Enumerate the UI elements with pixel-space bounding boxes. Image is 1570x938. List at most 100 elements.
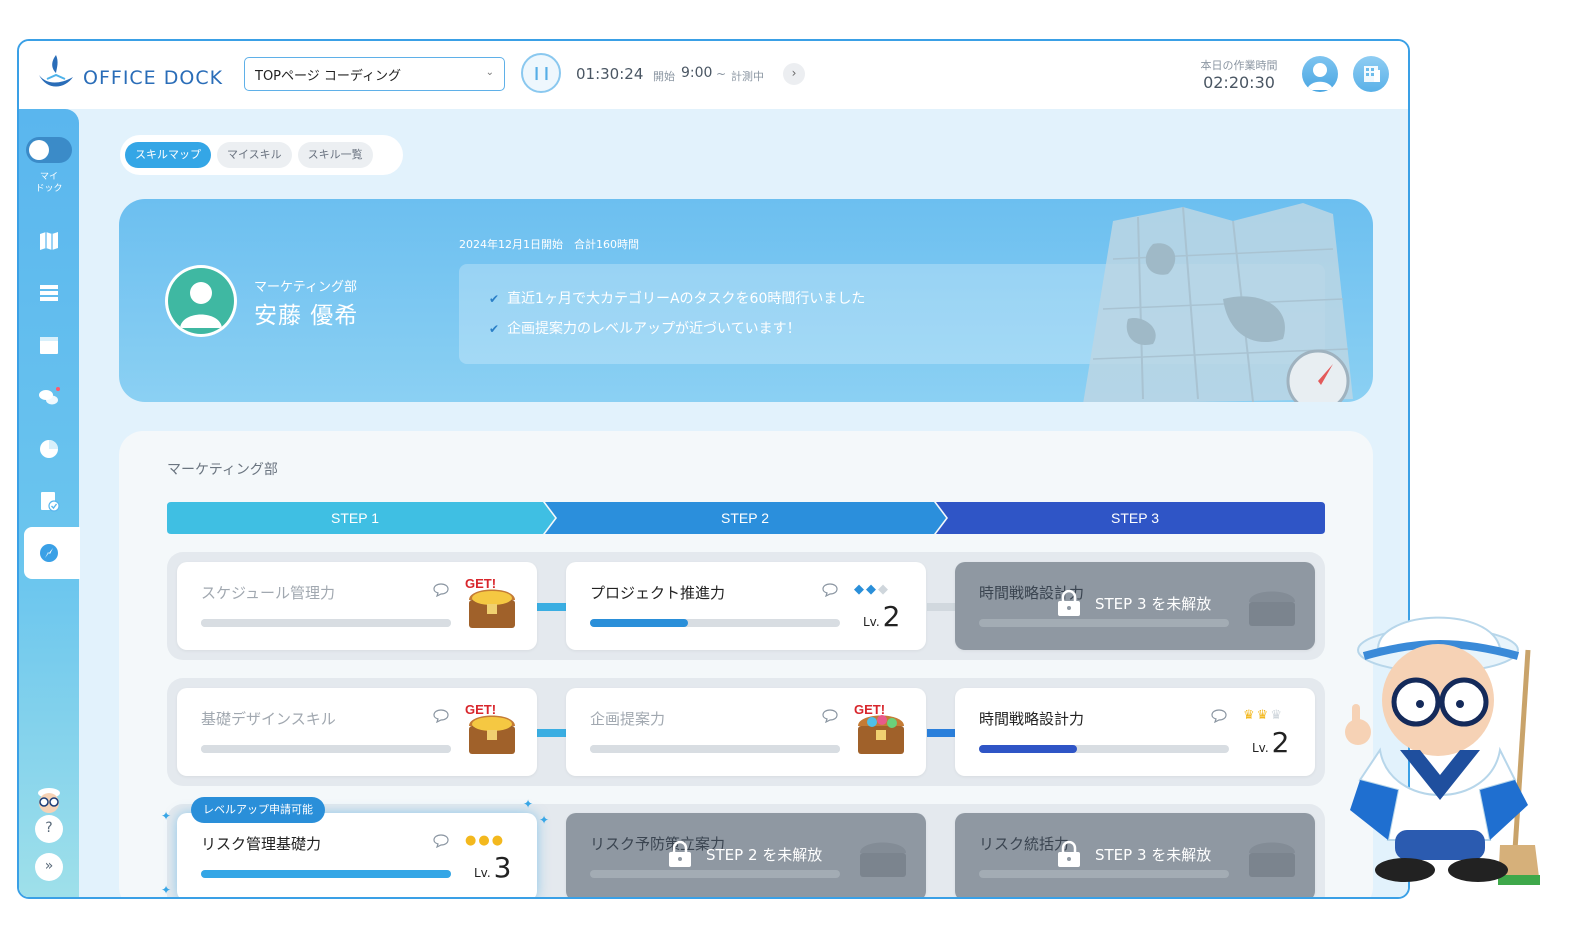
lock-text: STEP 3 を未解放: [1095, 845, 1212, 864]
user-icon: [180, 282, 222, 328]
skill-title: スケジュール管理力: [201, 584, 335, 602]
treasure-chest-gold-icon: GET!: [465, 576, 515, 628]
tab-skillmap[interactable]: スキルマップ: [125, 142, 211, 168]
skill-card[interactable]: プロジェクト推進力 ◆◆◆ Lv. 2: [566, 562, 926, 650]
lock-icon: [1058, 590, 1080, 616]
diamond-icon: ◆: [854, 582, 866, 597]
skill-card-levelup[interactable]: レベルアップ申請可能 リスク管理基礎力 ●●● Lv. 3: [177, 797, 537, 897]
comment-icon[interactable]: [822, 709, 838, 723]
get-label: GET!: [854, 702, 885, 717]
top-header: OFFICE DOCK TOPページ コーディング ⌄ ❙❙ 01:30:24 …: [19, 41, 1408, 109]
diamond-badges: ◆◆◆: [854, 582, 890, 597]
sparkle-icon: ✦: [539, 813, 550, 827]
mydock-toggle[interactable]: [26, 137, 72, 163]
tab-myskill[interactable]: マイスキル: [217, 142, 292, 168]
message-item: ✔ 企画提案力のレベルアップが近づいています！: [489, 321, 801, 337]
skill-card[interactable]: スケジュール管理力 GET!: [177, 562, 537, 650]
level-indicator: Lv. 2: [863, 600, 901, 633]
skill-card-locked: リスク統括力 STEP 3 を未解放: [955, 813, 1315, 897]
skill-title: 基礎デザインスキル: [201, 710, 336, 728]
sparkle-icon: ✦: [161, 883, 172, 897]
tab-skill-list[interactable]: スキル一覧: [297, 142, 373, 168]
building-icon: [1364, 66, 1380, 82]
crown-icon: ♛: [1256, 708, 1271, 723]
user-avatar-button[interactable]: [1302, 56, 1338, 92]
progress-bar: [979, 619, 1229, 627]
panel-title: マーケティング部: [167, 462, 278, 478]
comment-icon[interactable]: [433, 834, 449, 848]
company-button[interactable]: [1353, 56, 1389, 92]
get-label: GET!: [465, 576, 496, 591]
time-separator: ~: [716, 67, 727, 81]
progress-fill: [590, 745, 840, 753]
start-summary: 2024年12月1日開始 合計160時間: [459, 238, 639, 251]
lock-overlay: STEP 3 を未解放: [1055, 841, 1211, 867]
progress-bar: [979, 745, 1229, 753]
lock-overlay: STEP 3 を未解放: [1055, 590, 1211, 616]
treasure-chest-locked-icon: [1249, 591, 1295, 626]
coin-icon: ●: [465, 833, 479, 848]
elapsed-timer: 01:30:24: [576, 65, 644, 83]
chat-icon[interactable]: [37, 385, 61, 409]
lock-icon: [669, 841, 691, 867]
map-icon[interactable]: [37, 229, 61, 253]
chevron-down-icon: ⌄: [485, 67, 494, 78]
user-icon: [1307, 63, 1333, 90]
comment-icon[interactable]: [1211, 709, 1227, 723]
skill-map-panel: マーケティング部 STEP 1 STEP 2 STEP 3 スケジュール管理力: [119, 431, 1373, 897]
sailor-mascot-illustration: [1345, 616, 1540, 885]
help-button[interactable]: ?: [35, 815, 63, 843]
calendar-icon[interactable]: [37, 333, 61, 357]
start-label: 開始: [653, 70, 675, 83]
mydock-label: マイ ドック: [35, 172, 63, 194]
progress-bar: [201, 870, 451, 878]
lock-overlay: STEP 2 を未解放: [666, 841, 822, 867]
app-window: OFFICE DOCK TOPページ コーディング ⌄ ❙❙ 01:30:24 …: [17, 39, 1410, 899]
treasure-chest-locked-icon: [860, 842, 906, 877]
level-indicator: Lv. 3: [474, 851, 512, 884]
step2-label: STEP 2: [721, 510, 769, 526]
skill-card[interactable]: 基礎デザインスキル GET!: [177, 688, 537, 776]
pause-button[interactable]: ❙❙: [521, 53, 561, 93]
progress-fill: [590, 619, 688, 627]
report-check-icon[interactable]: [37, 489, 61, 513]
comment-icon[interactable]: [822, 583, 838, 597]
comment-icon[interactable]: [433, 709, 449, 723]
progress-bar: [201, 745, 451, 753]
main-area: マイ ドック ? » スキルマップ マイスキル スキル一覧 マーケティング部 安…: [19, 109, 1408, 897]
treasure-chest-gold-icon: GET!: [465, 702, 515, 754]
treasure-map-illustration: [1083, 203, 1353, 402]
start-time: 9:00: [681, 65, 713, 81]
mascot-mini-icon: [38, 788, 60, 813]
sparkle-icon: ✦: [161, 809, 172, 823]
treasure-chest-gems-icon: GET!: [854, 702, 904, 754]
skill-card[interactable]: 時間戦略設計力 ♛♛♛ Lv. 2: [955, 688, 1315, 776]
profile-banner: マーケティング部 安藤 優希 2024年12月1日開始 合計160時間 ✔ 直近1…: [119, 199, 1373, 402]
lock-text: STEP 2 を未解放: [706, 845, 823, 864]
skill-card[interactable]: 企画提案力 GET!: [566, 688, 926, 776]
coin-icon: ●: [478, 833, 492, 848]
sparkle-icon: ✦: [523, 797, 534, 811]
levelup-available-badge[interactable]: レベルアップ申請可能: [191, 797, 325, 823]
message-item: ✔ 直近1ヶ月で大カテゴリーAのタスクを60時間行いました: [489, 291, 866, 307]
user-department: マーケティング部: [254, 280, 357, 295]
level-value: 2: [1271, 726, 1290, 759]
expand-sidebar-button[interactable]: »: [35, 853, 63, 881]
row-connector: [537, 729, 567, 737]
check-icon: ✔: [489, 322, 500, 336]
level-value: 3: [493, 851, 512, 884]
step1-label: STEP 1: [331, 510, 379, 526]
skill-tabs: スキルマップ マイスキル スキル一覧: [120, 135, 403, 175]
next-button[interactable]: ›: [783, 63, 805, 85]
pie-chart-icon[interactable]: [37, 437, 61, 461]
logo[interactable]: OFFICE DOCK: [37, 53, 223, 93]
progress-bar: [979, 870, 1229, 878]
step-progress-bar: STEP 1 STEP 2 STEP 3: [167, 502, 1325, 534]
task-select[interactable]: TOPページ コーディング ⌄: [244, 57, 505, 91]
list-icon[interactable]: [37, 281, 61, 305]
comment-icon[interactable]: [433, 583, 449, 597]
row-connector: [927, 729, 957, 737]
lock-text: STEP 3 を未解放: [1095, 594, 1212, 613]
progress-bar: [590, 870, 840, 878]
nav-item-skillmap[interactable]: [24, 527, 80, 579]
